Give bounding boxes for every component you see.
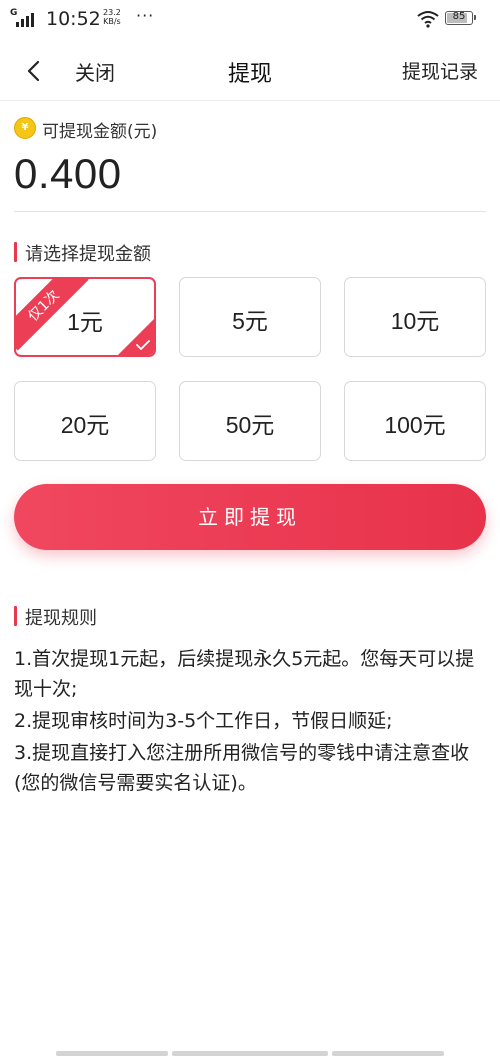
amount-option-10[interactable]: 10元 (344, 277, 486, 357)
close-button[interactable]: 关闭 (75, 57, 115, 86)
amount-option-label: 100元 (384, 412, 446, 438)
withdraw-now-button[interactable]: 立即提现 (14, 484, 486, 550)
rule-item: 3.提现直接打入您注册所用微信号的零钱中请注意查收(您的微信号需要实名认证)。 (14, 742, 470, 794)
rule-item: 2.提现审核时间为3-5个工作日，节假日顺延; (14, 710, 393, 732)
amount-option-20[interactable]: 20元 (14, 381, 156, 461)
nav-hint (332, 1051, 444, 1056)
amount-option-label: 20元 (60, 412, 110, 438)
status-time: 10:52 (46, 8, 101, 30)
balance-label: 可提现金额(元) (42, 122, 158, 142)
back-arrow-icon[interactable] (24, 59, 46, 83)
balance-amount: 0.400 (14, 150, 122, 197)
withdraw-records-link[interactable]: 提现记录 (402, 57, 478, 84)
amount-section-title-text: 请选择提现金额 (25, 244, 151, 265)
coin-icon: ¥ (14, 117, 36, 139)
section-marker (14, 242, 17, 262)
amount-option-label: 10元 (390, 308, 440, 334)
network-type: G (10, 8, 18, 18)
rules-section-title-text: 提现规则 (25, 608, 97, 629)
amount-option-label: 5元 (232, 308, 268, 334)
amount-option-100[interactable]: 100元 (344, 381, 486, 461)
check-icon (136, 340, 150, 350)
nav-hint (172, 1051, 328, 1056)
battery-icon: 85 (445, 11, 476, 25)
rule-item: 1.首次提现1元起，后续提现永久5元起。您每天可以提现十次; (14, 648, 475, 700)
section-marker (14, 606, 17, 626)
wifi-icon (417, 11, 439, 28)
amount-option-50[interactable]: 50元 (179, 381, 321, 461)
amount-option-1[interactable]: 仅1次 1元 (14, 277, 156, 357)
status-bar: G 10:52 23.2 KB/s ··· 85 (0, 0, 500, 38)
divider (14, 211, 486, 212)
amount-option-5[interactable]: 5元 (179, 277, 321, 357)
rules-list: 1.首次提现1元起，后续提现永久5元起。您每天可以提现十次; 2.提现审核时间为… (14, 644, 488, 800)
amount-option-label: 50元 (225, 412, 275, 438)
signal-icon: G (10, 8, 44, 29)
more-notifications-icon: ··· (136, 6, 155, 25)
nav-hint (56, 1051, 168, 1056)
speed-unit: KB/s (103, 17, 121, 26)
app-header: 关闭 提现 提现记录 (0, 42, 500, 101)
network-speed: 23.2 KB/s (103, 8, 121, 26)
speed-value: 23.2 (103, 8, 121, 17)
battery-level: 85 (452, 11, 466, 22)
